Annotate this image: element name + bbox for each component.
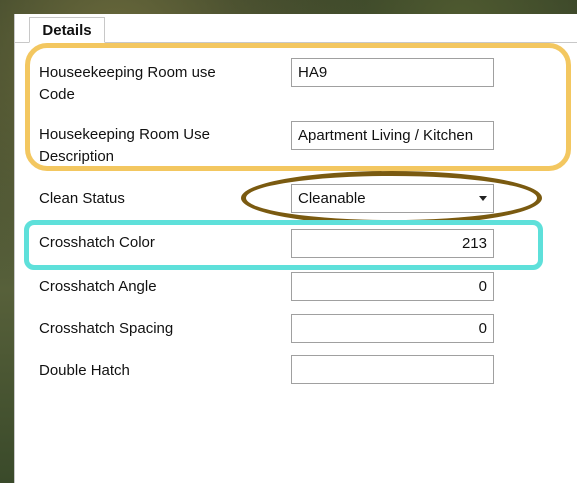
crosshatch-color-field[interactable]: 213 xyxy=(291,229,494,258)
clean-status-value: Cleanable xyxy=(298,190,366,207)
clean-status-dropdown[interactable]: Cleanable xyxy=(291,184,494,213)
clean-status-label: Clean Status xyxy=(39,190,125,207)
double-hatch-label: Double Hatch xyxy=(39,362,130,379)
chevron-down-icon[interactable] xyxy=(479,196,487,201)
double-hatch-field[interactable] xyxy=(291,355,494,384)
crosshatch-spacing-field[interactable]: 0 xyxy=(291,314,494,343)
room-use-code-field[interactable]: HA9 xyxy=(291,58,494,87)
crosshatch-color-label: Crosshatch Color xyxy=(39,234,155,251)
tab-details[interactable]: Details xyxy=(29,17,105,43)
room-use-description-label: Housekeeping Room Use Description xyxy=(39,126,210,165)
room-use-code-label: Houseekeeping Room use Code xyxy=(39,64,216,103)
crosshatch-spacing-label: Crosshatch Spacing xyxy=(39,320,174,337)
crosshatch-angle-field[interactable]: 0 xyxy=(291,272,494,301)
details-panel: Details Houseekeeping Room use Code HA9 … xyxy=(14,14,577,483)
room-use-description-field[interactable]: Apartment Living / Kitchen xyxy=(291,121,494,150)
tab-strip: Details xyxy=(15,14,577,43)
crosshatch-angle-label: Crosshatch Angle xyxy=(39,278,157,295)
